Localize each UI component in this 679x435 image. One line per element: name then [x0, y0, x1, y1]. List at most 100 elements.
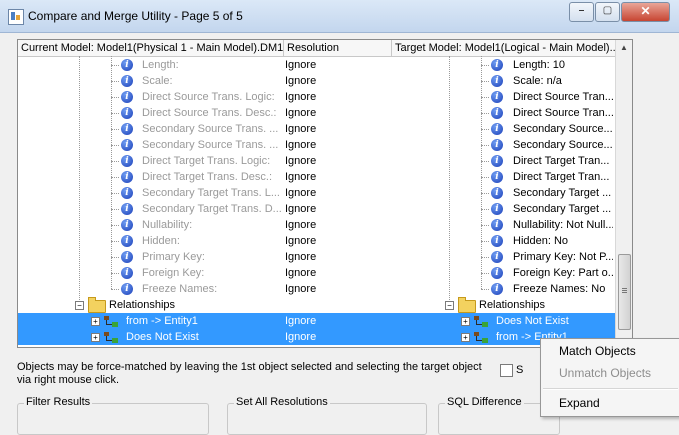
property-right-value: Secondary Source...: [513, 139, 613, 151]
property-left-name: Freeze Names:: [142, 283, 218, 295]
property-row[interactable]: i Length: Ignore i Length: 10: [18, 57, 615, 73]
resolution-value[interactable]: Ignore: [285, 249, 385, 265]
scroll-thumb[interactable]: [618, 254, 631, 330]
relationship-row[interactable]: + Does Not Exist Ignore + from -> Entity…: [18, 329, 615, 345]
property-right-value: Direct Target Tran...: [513, 155, 610, 167]
property-left-name: Secondary Target Trans. L...: [142, 187, 280, 199]
resolution-value[interactable]: Ignore: [285, 313, 385, 329]
resolution-value[interactable]: Ignore: [285, 137, 385, 153]
relationship-left-name: from -> Entity1: [126, 315, 198, 327]
relationship-row[interactable]: + from -> Entity1 Ignore + Does Not Exis…: [18, 313, 615, 329]
property-row[interactable]: i Secondary Target Trans. D... Ignore i Seco…: [18, 201, 615, 217]
compare-tree[interactable]: Current Model: Model1(Physical 1 - Main …: [17, 39, 633, 348]
property-left-name: Foreign Key:: [142, 267, 205, 279]
column-current-model[interactable]: Current Model: Model1(Physical 1 - Main …: [18, 40, 284, 56]
resolution-value[interactable]: Ignore: [285, 265, 385, 281]
info-icon: i: [121, 267, 133, 279]
property-right-value: Direct Target Tran...: [513, 171, 610, 183]
folder-icon: [458, 297, 476, 313]
property-left-name: Nullability:: [142, 219, 193, 231]
info-icon: i: [121, 91, 133, 103]
info-icon: i: [491, 203, 503, 215]
relationship-left-name: Does Not Exist: [126, 331, 199, 343]
property-row[interactable]: i Direct Source Trans. Logic: Ignore i Direc…: [18, 89, 615, 105]
property-right-value: Secondary Source...: [513, 123, 613, 135]
resolution-value[interactable]: Ignore: [285, 281, 385, 297]
resolution-value[interactable]: Ignore: [285, 153, 385, 169]
property-right-value: Hidden: No: [513, 235, 569, 247]
resolution-value[interactable]: Ignore: [285, 89, 385, 105]
property-row[interactable]: i Direct Target Trans. Logic: Ignore i Direc…: [18, 153, 615, 169]
menu-unmatch-objects: Unmatch Objects: [559, 366, 652, 380]
info-icon: i: [491, 283, 503, 295]
expand-icon[interactable]: +: [91, 317, 100, 326]
collapse-icon[interactable]: −: [445, 301, 454, 310]
property-left-name: Secondary Target Trans. D...: [142, 203, 282, 215]
option-checkbox[interactable]: [500, 364, 513, 377]
scroll-up-icon[interactable]: ▲: [616, 40, 632, 56]
relationships-folder-row[interactable]: − Relationships − Relationships: [18, 297, 615, 313]
info-icon: i: [491, 171, 503, 183]
info-icon: i: [491, 155, 503, 167]
collapse-icon[interactable]: −: [75, 301, 84, 310]
property-row[interactable]: i Secondary Source Trans. ... Ignore i Secon…: [18, 137, 615, 153]
resolution-value[interactable]: Ignore: [285, 105, 385, 121]
resolution-value[interactable]: Ignore: [285, 185, 385, 201]
info-icon: i: [491, 251, 503, 263]
option-checkbox-label: S: [516, 364, 524, 376]
menu-match-objects[interactable]: Match Objects: [559, 342, 636, 360]
app-icon: [8, 9, 24, 25]
relationship-right-name: Does Not Exist: [496, 315, 569, 327]
property-row[interactable]: i Direct Source Trans. Desc.: Ignore i Direc…: [18, 105, 615, 121]
resolution-value[interactable]: Ignore: [285, 169, 385, 185]
column-resolution[interactable]: Resolution: [284, 40, 392, 56]
property-right-value: Secondary Target ...: [513, 187, 612, 199]
resolution-value[interactable]: Ignore: [285, 73, 385, 89]
info-icon: i: [121, 123, 133, 135]
title-bar: Compare and Merge Utility - Page 5 of 5 …: [0, 0, 679, 33]
property-row[interactable]: i Scale: Ignore i Scale: n/a: [18, 73, 615, 89]
property-row[interactable]: i Foreign Key: Ignore i Foreign Key: Part o.…: [18, 265, 615, 281]
property-row[interactable]: i Hidden: Ignore i Hidden: No: [18, 233, 615, 249]
info-icon: i: [491, 187, 503, 199]
property-left-name: Direct Target Trans. Desc.:: [142, 171, 273, 183]
vertical-scrollbar[interactable]: ▲: [615, 40, 632, 347]
property-right-value: Direct Source Tran...: [513, 107, 613, 119]
resolution-value[interactable]: Ignore: [285, 329, 385, 345]
expand-icon[interactable]: +: [91, 333, 100, 342]
property-row[interactable]: i Direct Target Trans. Desc.: Ignore i Direc…: [18, 169, 615, 185]
menu-expand[interactable]: Expand: [559, 394, 600, 412]
resolution-value[interactable]: Ignore: [285, 217, 385, 233]
property-row[interactable]: i Freeze Names: Ignore i Freeze Names: No: [18, 281, 615, 297]
property-left-name: Direct Source Trans. Logic:: [142, 91, 275, 103]
resolution-value[interactable]: Ignore: [285, 57, 385, 73]
property-left-name: Secondary Source Trans. ...: [142, 123, 279, 135]
resolution-value[interactable]: Ignore: [285, 121, 385, 137]
relationship-icon: [104, 332, 118, 343]
maximize-button[interactable]: ▢: [595, 2, 620, 22]
property-row[interactable]: i Nullability: Ignore i Nullability: Not Nul…: [18, 217, 615, 233]
info-icon: i: [121, 187, 133, 199]
close-button[interactable]: ✕: [621, 2, 670, 22]
property-row[interactable]: i Primary Key: Ignore i Primary Key: Not P..…: [18, 249, 615, 265]
resolution-value[interactable]: Ignore: [285, 233, 385, 249]
info-icon: i: [491, 139, 503, 151]
property-left-name: Hidden:: [142, 235, 180, 247]
resolution-value[interactable]: Ignore: [285, 201, 385, 217]
info-icon: i: [491, 235, 503, 247]
minimize-button[interactable]: ⎯: [569, 2, 594, 22]
info-icon: i: [121, 139, 133, 151]
property-right-value: Direct Source Tran...: [513, 91, 613, 103]
expand-icon[interactable]: +: [461, 317, 470, 326]
info-icon: i: [491, 91, 503, 103]
info-icon: i: [121, 251, 133, 263]
menu-separator: [543, 388, 678, 390]
expand-icon[interactable]: +: [461, 333, 470, 342]
property-row[interactable]: i Secondary Target Trans. L... Ignore i Seco…: [18, 185, 615, 201]
property-right-value: Freeze Names: No: [513, 283, 606, 295]
window-title: Compare and Merge Utility - Page 5 of 5: [28, 9, 243, 23]
property-row[interactable]: i Secondary Source Trans. ... Ignore i Secon…: [18, 121, 615, 137]
info-icon: i: [121, 107, 133, 119]
property-left-name: Scale:: [142, 75, 173, 87]
column-target-model[interactable]: Target Model: Model1(Logical - Main Mode…: [392, 40, 617, 56]
